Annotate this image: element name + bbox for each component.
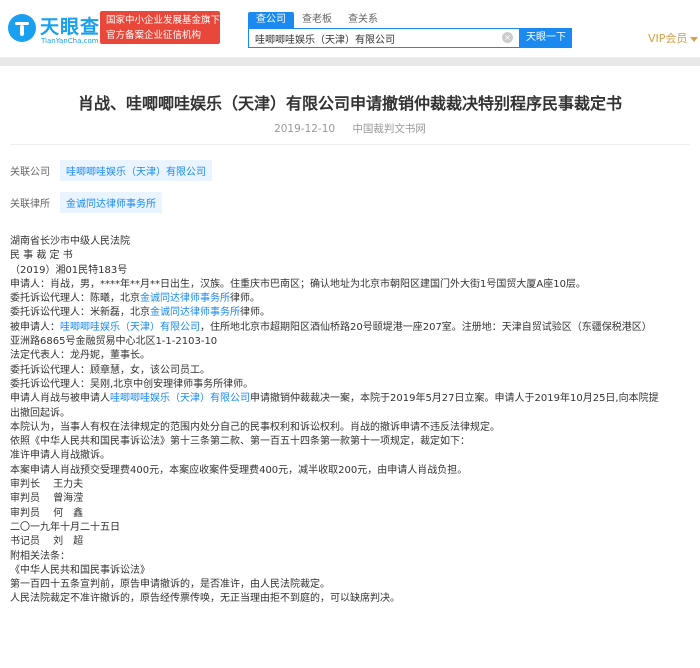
- line-text: 申请人肖战与被申请人: [10, 393, 110, 405]
- document-line: 附相关法条：: [10, 550, 694, 564]
- document-line: 湖南省长沙市中级人民法院: [10, 235, 694, 249]
- document-line: 委托诉讼代理人：吴刚,北京中创安理律师事务所律师。: [10, 378, 694, 392]
- document-line: 亚洲路6865号金融贸易中心北区1-1-2103-10: [10, 335, 694, 349]
- line-text: 委托诉讼代理人：陈曦，北京: [10, 293, 140, 305]
- entity-link[interactable]: 哇唧唧哇娱乐（天津）有限公司: [60, 322, 200, 333]
- related-company-row: 关联公司 哇唧唧哇娱乐（天津）有限公司: [10, 159, 212, 181]
- vip-label: VIP会员: [648, 32, 688, 45]
- related-lawfirm-label: 关联律所: [10, 198, 50, 210]
- document-line: 出撤回起诉。: [10, 407, 694, 421]
- document-line: 《中华人民共和国民事诉讼法》: [10, 564, 694, 578]
- document-line: 审判员 何 鑫: [10, 507, 694, 521]
- document-line: 被申请人：哇唧唧哇娱乐（天津）有限公司，住所地北京市超期阳区酒仙桥路20号颐堤港…: [10, 321, 694, 335]
- line-text: 律师。: [230, 293, 260, 305]
- related-company-label: 关联公司: [10, 166, 50, 178]
- document-line: 审判员 曾海滢: [10, 492, 694, 506]
- badge-line-2: 官方备案企业征信机构: [106, 30, 202, 41]
- vip-member-link[interactable]: VIP会员: [648, 30, 699, 46]
- document-line: 审判长 王力夫: [10, 478, 694, 492]
- line-text: 委托诉讼代理人：顾章慧，女，该公司员工。: [10, 364, 210, 376]
- document-source: 中国裁判文书网: [352, 123, 426, 135]
- line-text: 申请撤销仲裁裁决一案，本院于2019年5月27日立案。申请人于2019年10月2…: [250, 393, 659, 405]
- line-text: 第一百四十五条宣判前，原告申请撤诉的，是否准许，由人民法院裁定。: [10, 579, 330, 591]
- search-input[interactable]: [249, 29, 499, 47]
- line-text: 亚洲路6865号金融贸易中心北区1-1-2103-10: [10, 336, 218, 348]
- entity-link[interactable]: 哇唧唧哇娱乐（天津）有限公司: [110, 393, 250, 404]
- line-text: 法定代表人：龙丹妮，董事长。: [10, 350, 150, 362]
- line-text: 准许申请人肖战撤诉。: [10, 450, 110, 462]
- logo-name: 天眼查: [40, 16, 101, 38]
- document-title: 肖战、哇唧唧哇娱乐（天津）有限公司申请撤销仲裁裁决特别程序民事裁定书: [77, 94, 622, 113]
- line-text: 审判长 王力夫: [10, 479, 84, 491]
- badge-line-1: 国家中小企业发展基金旗下: [106, 15, 221, 26]
- logo-mark-icon: [8, 14, 36, 42]
- tab-search-company[interactable]: 查公司: [248, 12, 294, 28]
- document-date: 2019-12-10: [274, 123, 336, 135]
- line-text: 民 事 裁 定 书: [10, 250, 73, 262]
- document-line: 二〇一九年十月二十五日: [10, 521, 694, 535]
- document-line: 民 事 裁 定 书: [10, 249, 694, 263]
- tab-search-boss[interactable]: 查老板: [294, 12, 340, 28]
- document-line: 准许申请人肖战撤诉。: [10, 449, 694, 463]
- related-company-link[interactable]: 哇唧唧哇娱乐（天津）有限公司: [60, 159, 212, 181]
- line-text: 委托诉讼代理人：米新磊，北京: [10, 307, 150, 319]
- document-line: 申请人肖战与被申请人哇唧唧哇娱乐（天津）有限公司申请撤销仲裁裁决一案，本院于20…: [10, 392, 694, 406]
- tab-search-relation[interactable]: 查关系: [340, 12, 386, 28]
- document-line: 申请人：肖战，男，****年**月**日出生，汉族。住重庆市巴南区；确认地址为北…: [10, 278, 694, 292]
- line-text: ，住所地北京市超期阳区酒仙桥路20号颐堤港一座207室。注册地：天津自贸试验区（…: [200, 321, 652, 333]
- document-line: 委托诉讼代理人：米新磊，北京金诚同达律师事务所律师。: [10, 306, 694, 320]
- line-text: 出撤回起诉。: [10, 407, 70, 419]
- line-text: 本院认为，当事人有权在法律规定的范围内处分自己的民事权利和诉讼权利。肖战的撤诉申…: [10, 421, 500, 433]
- logo-domain: TianYanCha.com: [41, 37, 99, 45]
- line-text: 依照《中华人民共和国民事诉讼法》第十三条第二款、第一百五十四条第一款第十一项规定…: [10, 436, 470, 448]
- related-lawfirm-link[interactable]: 金诚同达律师事务所: [60, 191, 162, 213]
- document-line: 书记员 刘 超: [10, 535, 694, 549]
- search-button[interactable]: 天眼一下: [520, 28, 572, 48]
- line-text: 委托诉讼代理人：吴刚,北京中创安理律师事务所律师。: [10, 378, 254, 390]
- line-text: 律师。: [240, 307, 270, 319]
- judgment-document: 肖战、哇唧唧哇娱乐（天津）有限公司申请撤销仲裁裁决特别程序民事裁定书 2019-…: [0, 66, 700, 668]
- line-text: 本案申请人肖战预交受理费400元，本案应收案件受理费400元，减半收取200元，…: [10, 464, 468, 476]
- line-text: 人民法院裁定不准许撤诉的，原告经传票传唤，无正当理由拒不到庭的，可以缺席判决。: [10, 593, 400, 605]
- title-divider: [10, 144, 690, 145]
- document-line: 本案申请人肖战预交受理费400元，本案应收案件受理费400元，减半收取200元，…: [10, 464, 694, 478]
- tianyancha-logo[interactable]: 天眼查 TianYanCha.com: [8, 10, 99, 48]
- search-tabs: 查公司 查老板 查关系: [248, 12, 386, 28]
- search-box: ×: [248, 28, 520, 48]
- document-line: 第一百四十五条宣判前，原告申请撤诉的，是否准许，由人民法院裁定。: [10, 578, 694, 592]
- document-line: 人民法院裁定不准许撤诉的，原告经传票传唤，无正当理由拒不到庭的，可以缺席判决。: [10, 592, 694, 606]
- chevron-down-icon: [690, 36, 699, 42]
- entity-link[interactable]: 金诚同达律师事务所: [150, 307, 240, 318]
- line-text: 《中华人民共和国民事诉讼法》: [10, 564, 150, 576]
- line-text: 二〇一九年十月二十五日: [10, 521, 120, 533]
- official-badge: 国家中小企业发展基金旗下 官方备案企业征信机构: [100, 11, 220, 44]
- line-text: 审判员 何 鑫: [10, 507, 84, 519]
- line-text: 申请人：肖战，男，****年**月**日出生，汉族。住重庆市巴南区；确认地址为北…: [10, 278, 586, 290]
- document-line: （2019）湘01民特183号: [10, 264, 694, 278]
- document-meta: 2019-12-10 中国裁判文书网: [0, 121, 700, 136]
- line-text: 审判员 曾海滢: [10, 493, 84, 505]
- document-line: 法定代表人：龙丹妮，董事长。: [10, 349, 694, 363]
- document-line: 依照《中华人民共和国民事诉讼法》第十三条第二款、第一百五十四条第一款第十一项规定…: [10, 435, 694, 449]
- line-text: 湖南省长沙市中级人民法院: [10, 236, 130, 247]
- line-text: （2019）湘01民特183号: [10, 264, 128, 276]
- document-body: 湖南省长沙市中级人民法院民 事 裁 定 书 （2019）湘01民特183号申请人：…: [10, 235, 694, 607]
- line-text: 书记员 刘 超: [10, 536, 84, 548]
- document-line: 委托诉讼代理人：顾章慧，女，该公司员工。: [10, 364, 694, 378]
- line-text: 附相关法条：: [10, 550, 70, 562]
- related-lawfirm-row: 关联律所 金诚同达律师事务所: [10, 191, 162, 213]
- top-header: 天眼查 TianYanCha.com 国家中小企业发展基金旗下 官方备案企业征信…: [0, 0, 700, 58]
- entity-link[interactable]: 金诚同达律师事务所: [140, 293, 230, 304]
- clear-icon[interactable]: ×: [502, 32, 513, 43]
- document-line: 本院认为，当事人有权在法律规定的范围内处分自己的民事权利和诉讼权利。肖战的撤诉申…: [10, 421, 694, 435]
- line-text: 被申请人：: [10, 321, 60, 333]
- document-line: 委托诉讼代理人：陈曦，北京金诚同达律师事务所律师。: [10, 292, 694, 306]
